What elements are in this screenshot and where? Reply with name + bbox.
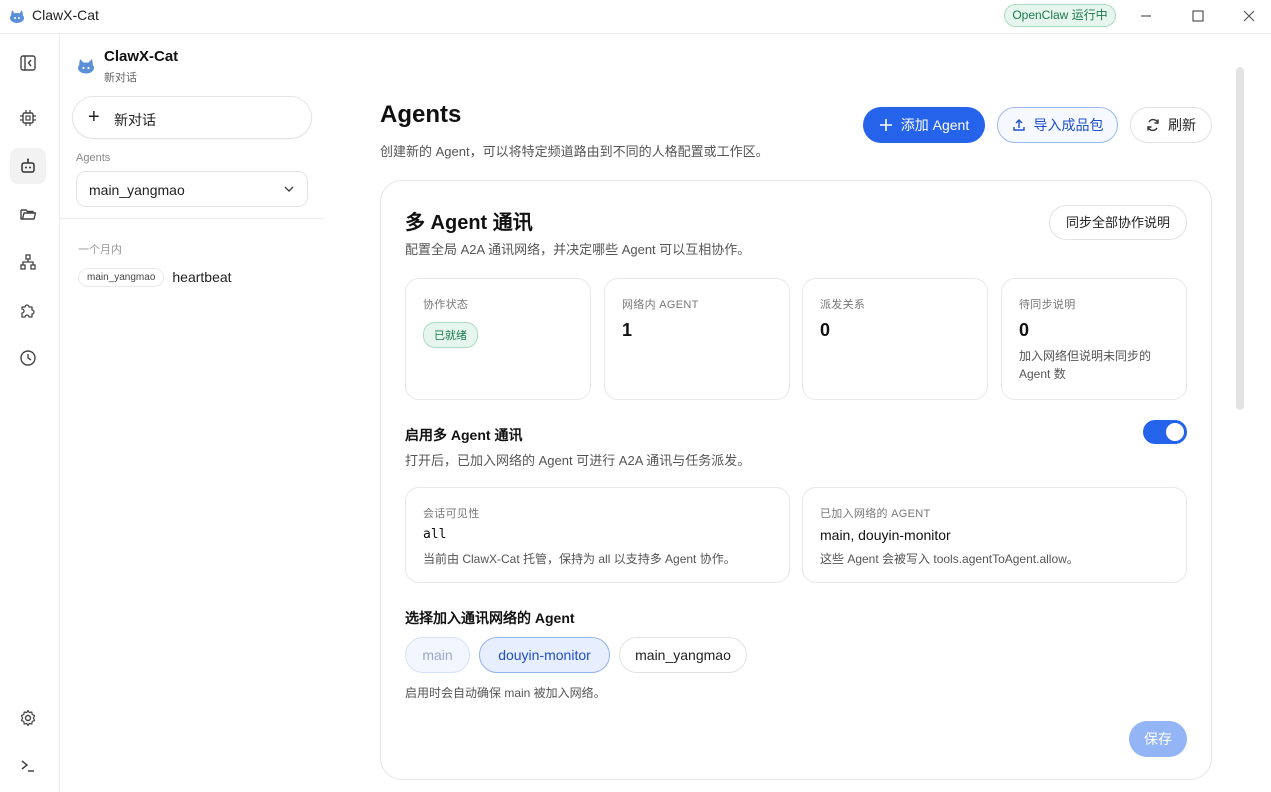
add-agent-label: 添加 Agent [900,117,970,133]
stat-value: 0 [820,320,831,340]
joined-agents-value: main, douyin-monitor [820,527,951,543]
stat-value: 0 [1019,320,1030,340]
maximize-button[interactable] [1186,5,1210,27]
agents-label: Agents [76,152,111,164]
session-visibility-card: 会话可见性 all 当前由 ClawX-Cat 托管，保持为 all 以支持多 … [405,487,790,583]
gear-icon [20,709,36,727]
stat-label: 待同步说明 [1019,299,1076,311]
info-description: 这些 Agent 会被写入 tools.agentToAgent.allow。 [820,552,1079,566]
chevron-down-icon [284,186,294,192]
stat-collab-status: 协作状态 已就绪 [405,278,591,400]
sidebar-toggle-icon [20,55,36,71]
a2a-card-subtitle: 配置全局 A2A 通讯网络，并决定哪些 Agent 可以互相协作。 [405,242,751,257]
page-title: Agents [380,101,462,128]
minimize-icon [1141,15,1151,17]
import-package-button[interactable]: 导入成品包 [997,107,1118,143]
nav-terminal-button[interactable] [10,748,46,784]
nav-rail [0,35,60,792]
save-button[interactable]: 保存 [1129,721,1187,757]
status-badge: OpenClaw 运行中 [1004,4,1116,27]
stat-agents-in-network: 网络内 AGENT 1 [604,278,790,400]
stat-dispatch-relations: 派发关系 0 [802,278,988,400]
nav-network-button[interactable] [10,244,46,280]
status-badge: 已就绪 [423,322,478,348]
title-bar: ClawX-Cat OpenClaw 运行中 [0,0,1271,34]
a2a-toggle-subtitle: 打开后，已加入网络的 Agent 可进行 A2A 通讯与任务派发。 [405,453,751,468]
maximize-icon [1192,10,1204,22]
info-label: 会话可见性 [423,508,480,520]
session-title: heartbeat [172,269,232,285]
folder-icon [20,209,37,220]
plus-icon: + [88,106,100,128]
new-chat-button[interactable]: + 新对话 [72,96,312,139]
stat-description: 加入网络但说明未同步的 Agent 数 [1019,349,1152,381]
nav-agents-button[interactable] [10,148,46,184]
page-subtitle: 创建新的 Agent，可以将特定频道路由到不同的人格配置或工作区。 [380,144,769,159]
cat-logo-icon [78,59,94,74]
stat-label: 协作状态 [423,299,469,311]
a2a-enable-toggle[interactable] [1143,420,1187,444]
agent-chip-douyin-monitor[interactable]: douyin-monitor [479,637,610,673]
stat-label: 派发关系 [820,299,866,311]
main-scrollbar[interactable] [1236,67,1244,410]
refresh-icon [1147,118,1159,132]
stat-label: 网络内 AGENT [622,299,699,311]
close-button[interactable] [1237,5,1261,27]
agent-picker-title: 选择加入通讯网络的 Agent [405,610,575,626]
nav-models-button[interactable] [10,100,46,136]
chip-icon [20,110,36,126]
divider [60,218,324,219]
workspace-name: ClawX-Cat [104,48,179,65]
cat-logo-icon [10,10,24,23]
puzzle-icon [21,304,35,318]
refresh-button[interactable]: 刷新 [1130,107,1212,143]
plus-icon [879,119,892,131]
sync-all-button[interactable]: 同步全部协作说明 [1049,205,1187,240]
collapse-sidebar-button[interactable] [10,45,46,81]
new-chat-label: 新对话 [114,112,156,128]
agent-chip-main[interactable]: main [405,637,470,673]
app-title: ClawX-Cat [32,7,99,23]
session-item[interactable]: main_yangmao heartbeat [78,266,232,288]
agent-chip-main-yangmao[interactable]: main_yangmao [619,637,747,673]
minimize-button[interactable] [1134,5,1158,27]
close-icon [1243,10,1255,22]
toggle-knob [1166,423,1184,441]
joined-agents-card: 已加入网络的 AGENT main, douyin-monitor 这些 Age… [802,487,1187,583]
session-group-label: 一个月内 [78,244,122,256]
agent-select[interactable]: main_yangmao [76,171,308,207]
upload-icon [1012,119,1025,131]
visibility-value: all [423,527,447,542]
import-package-label: 导入成品包 [1033,117,1104,133]
session-sidebar: ClawX-Cat 新对话 + 新对话 Agents main_yangmao … [60,35,324,792]
stat-pending-sync: 待同步说明 0 加入网络但说明未同步的 Agent 数 [1001,278,1187,400]
add-agent-button[interactable]: 添加 Agent [863,107,985,143]
info-description: 当前由 ClawX-Cat 托管，保持为 all 以支持多 Agent 协作。 [423,552,736,566]
terminal-icon [21,760,34,772]
nav-settings-button[interactable] [10,700,46,736]
nav-files-button[interactable] [10,196,46,232]
nav-history-button[interactable] [10,340,46,376]
workspace-subtitle: 新对话 [104,72,137,84]
session-agent-tag: main_yangmao [78,267,165,287]
nav-plugins-button[interactable] [10,292,46,328]
agent-picker-hint: 启用时会自动确保 main 被加入网络。 [405,686,606,700]
agent-select-value: main_yangmao [89,182,185,198]
hierarchy-icon [20,254,36,270]
clock-icon [20,350,36,366]
stat-value: 1 [622,320,633,340]
a2a-card-title: 多 Agent 通讯 [405,212,533,234]
info-label: 已加入网络的 AGENT [820,508,931,520]
robot-icon [21,158,35,173]
a2a-toggle-title: 启用多 Agent 通讯 [405,427,523,443]
refresh-label: 刷新 [1168,117,1196,133]
